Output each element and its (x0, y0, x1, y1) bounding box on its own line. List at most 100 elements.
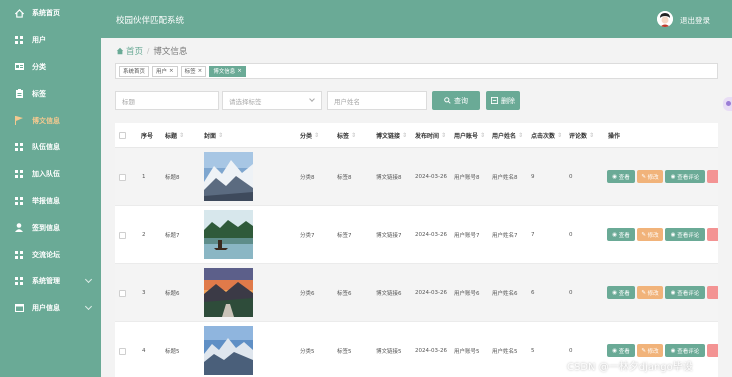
sidebar-item-category[interactable]: 分类 (0, 54, 101, 81)
flag-icon (14, 116, 24, 126)
col-account[interactable]: 用户账号 ⇕ (454, 123, 485, 148)
tag-select[interactable]: 请选择标签 (222, 91, 322, 110)
view-button[interactable]: ◉ 查看 (607, 286, 635, 299)
sort-icon[interactable]: ⇕ (402, 132, 407, 139)
table-row[interactable]: 2 标题7 分类7 标签7 博文链接7 2024-03-26 用户账号7 用户姓… (115, 206, 718, 264)
grid-icon (14, 196, 24, 205)
close-icon[interactable]: × (169, 68, 174, 74)
cell-time: 2024-03-26 (415, 174, 447, 180)
table-row[interactable]: 3 标题6 分类6 标签6 博文链接6 2024-03-26 用户账号6 用户姓… (115, 264, 718, 322)
header-label: 博文链接 (376, 133, 401, 140)
sort-icon[interactable]: ⇕ (589, 132, 594, 139)
sidebar-item-label: 分类 (32, 62, 46, 71)
edit-button[interactable]: ✎ 修改 (637, 170, 663, 183)
cell-title: 标题5 (165, 349, 180, 355)
cell-name: 用户姓名8 (492, 175, 518, 181)
cell-title: 标题8 (165, 175, 180, 181)
tag-tags[interactable]: 标签 × (180, 65, 207, 77)
cover-image[interactable] (204, 210, 253, 259)
search-icon (444, 97, 451, 104)
sort-icon[interactable]: ⇕ (441, 132, 446, 139)
avatar[interactable] (657, 11, 673, 27)
edit-button[interactable]: ✎ 修改 (637, 228, 663, 241)
col-clicks[interactable]: 点击次数 ⇕ (531, 123, 562, 148)
sidebar-item-blog[interactable]: 博文信息 (0, 107, 101, 134)
row-checkbox[interactable] (119, 264, 126, 322)
sort-icon[interactable]: ⇕ (314, 132, 319, 139)
cell-title: 标题6 (165, 291, 180, 297)
blog-table: 序号 标题 ⇕ 封面 ⇕ 分类 ⇕ 标签 ⇕ 博文链接 ⇕ 发布时间 ⇕ 用户账号 ⇕ 用户姓… (115, 123, 718, 377)
sort-icon[interactable]: ⇕ (351, 132, 356, 139)
cell-clicks: 6 (531, 290, 535, 296)
col-actions: 操作 (608, 123, 620, 148)
view-button[interactable]: ◉ 查看 (607, 344, 635, 357)
header-label: 序号 (141, 133, 154, 140)
cell-comments: 0 (569, 290, 573, 296)
edit-button[interactable]: ✎ 修改 (637, 344, 663, 357)
title-input[interactable]: 标题 (115, 91, 219, 110)
sidebar-item-teams[interactable]: 队伍信息 (0, 134, 101, 161)
sidebar-item-users[interactable]: 用户 (0, 27, 101, 54)
sidebar-item-join-team[interactable]: 加入队伍 (0, 161, 101, 188)
col-link[interactable]: 博文链接 ⇕ (376, 123, 407, 148)
sidebar-item-tags[interactable]: 标签 (0, 80, 101, 107)
col-cover[interactable]: 封面 ⇕ (204, 123, 223, 148)
row-checkbox[interactable] (119, 148, 126, 206)
view-comments-button[interactable]: ◉ 查看评论 (665, 286, 705, 299)
tag-blog[interactable]: 博文信息 × (209, 65, 246, 77)
sidebar-item-home[interactable]: 系统首页 (0, 0, 101, 27)
breadcrumb-home[interactable]: 首页 (126, 45, 143, 57)
floating-assistant-button[interactable] (723, 97, 732, 111)
sidebar-item-checkin[interactable]: 签到信息 (0, 214, 101, 241)
cover-image[interactable] (204, 152, 253, 201)
sidebar-item-user-info[interactable]: 用户信息 (0, 295, 101, 322)
cell-account: 用户账号8 (454, 175, 480, 181)
col-tag[interactable]: 标签 ⇕ (337, 123, 356, 148)
cover-image[interactable] (204, 268, 253, 317)
edit-button[interactable]: ✎ 修改 (637, 286, 663, 299)
row-checkbox[interactable] (119, 322, 126, 377)
table-row[interactable]: 1 标题8 分类8 标签8 博文链接8 2024-03-26 用户账号8 用户姓… (115, 148, 718, 206)
col-title[interactable]: 标题 ⇕ (165, 123, 184, 148)
view-button[interactable]: ◉ 查看 (607, 228, 635, 241)
delete-row-button[interactable] (707, 286, 718, 299)
view-label: 查看 (618, 348, 630, 355)
col-name[interactable]: 用户姓名 ⇕ (492, 123, 523, 148)
cell-account: 用户账号5 (454, 349, 480, 355)
tag-users[interactable]: 用户 × (152, 65, 178, 77)
sort-icon[interactable]: ⇕ (218, 132, 223, 139)
close-icon[interactable]: × (198, 68, 203, 74)
header-label: 标题 (165, 133, 178, 140)
cell-link: 博文链接5 (376, 349, 402, 355)
view-comments-button[interactable]: ◉ 查看评论 (665, 228, 705, 241)
sidebar-item-label: 用户信息 (32, 304, 60, 313)
cover-image[interactable] (204, 326, 253, 375)
sidebar-item-reports[interactable]: 举报信息 (0, 188, 101, 215)
col-comments[interactable]: 评论数 ⇕ (569, 123, 594, 148)
cell-index: 1 (142, 174, 146, 180)
sort-icon[interactable]: ⇕ (518, 132, 523, 139)
sidebar-item-forum[interactable]: 交流论坛 (0, 241, 101, 268)
sort-icon[interactable]: ⇕ (557, 132, 562, 139)
delete-row-button[interactable] (707, 170, 718, 183)
view-comments-button[interactable]: ◉ 查看评论 (665, 170, 705, 183)
search-button[interactable]: 查询 (432, 91, 480, 110)
delete-row-button[interactable] (707, 228, 718, 241)
sort-icon[interactable]: ⇕ (480, 132, 485, 139)
username-input[interactable]: 用户姓名 (327, 91, 427, 110)
header-label: 用户账号 (454, 133, 479, 140)
delete-button[interactable]: 删除 (486, 91, 520, 110)
row-checkbox[interactable] (119, 206, 126, 264)
col-time[interactable]: 发布时间 ⇕ (415, 123, 446, 148)
sort-icon[interactable]: ⇕ (179, 132, 184, 139)
logout-link[interactable]: 退出登录 (680, 15, 710, 26)
close-icon[interactable]: × (237, 68, 242, 74)
sidebar-item-system[interactable]: 系统管理 (0, 268, 101, 295)
select-all-checkbox[interactable] (119, 123, 126, 148)
tag-home[interactable]: 系统首页 (119, 65, 150, 77)
col-category[interactable]: 分类 ⇕ (300, 123, 319, 148)
delete-row-button[interactable] (707, 344, 718, 357)
view-button[interactable]: ◉ 查看 (607, 170, 635, 183)
edit-label: 修改 (647, 290, 659, 297)
view-comments-button[interactable]: ◉ 查看评论 (665, 344, 705, 357)
